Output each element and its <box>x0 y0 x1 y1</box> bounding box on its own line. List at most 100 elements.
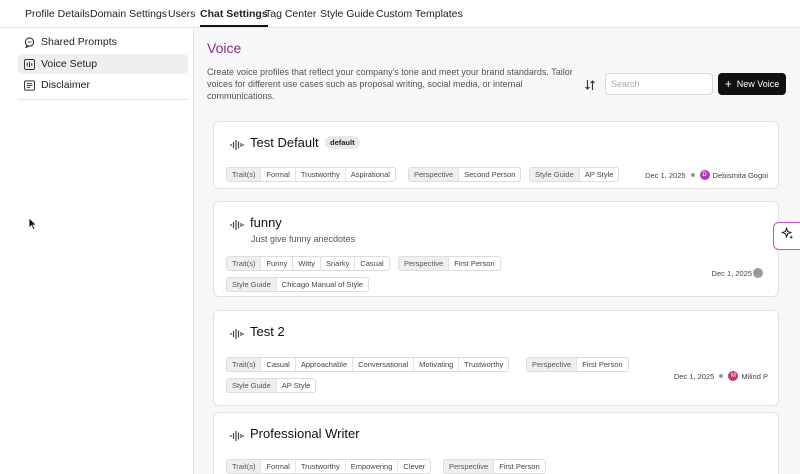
sort-icon[interactable] <box>584 78 596 90</box>
waveform-icon <box>226 214 248 236</box>
chip-label: Trait(s) <box>227 168 261 181</box>
style-chip: Chicago Manual of Style <box>275 278 368 291</box>
perspective-chips: Perspective First Person <box>526 357 629 372</box>
voice-date: Dec 1, 2025 <box>645 170 686 180</box>
chip-label: Style Guide <box>227 379 276 392</box>
ai-assistant-button[interactable] <box>773 222 800 250</box>
mouse-cursor-icon <box>28 217 38 231</box>
tab-custom-templates[interactable]: Custom Templates <box>376 8 463 20</box>
waveform-icon <box>226 134 248 156</box>
traits-chips: Trait(s) Formal Trustworthy Empowering C… <box>226 459 432 474</box>
voice-date: Dec 1, 2025 <box>673 371 715 381</box>
search-input[interactable] <box>605 73 713 95</box>
traits-chips: Trait(s) Formal Trustworthy Aspirational <box>226 167 396 182</box>
tab-domain-settings[interactable]: Domain Settings <box>90 8 167 20</box>
voice-title: funny <box>250 215 282 230</box>
chip-label: Perspective <box>399 257 449 270</box>
trait-chip: Aspirational <box>344 168 395 181</box>
sidebar-item-disclaimer[interactable]: Disclaimer <box>18 75 188 95</box>
tab-profile-details[interactable]: Profile Details <box>25 8 90 20</box>
waveform-icon <box>23 58 35 70</box>
separator-dot <box>719 374 724 378</box>
voice-meta: Dec 1, 2025 <box>712 268 766 278</box>
sidebar-item-label: Disclaimer <box>41 79 91 91</box>
traits-chips: Trait(s) Casual Approachable Conversatio… <box>226 357 510 372</box>
perspective-chip: Second Person <box>458 168 520 181</box>
tab-chat-settings[interactable]: Chat Settings <box>200 8 268 27</box>
avatar <box>753 268 763 278</box>
perspective-chips: Perspective Second Person <box>408 167 522 182</box>
trait-chip: Formal <box>260 168 294 181</box>
trait-chip: Trustworthy <box>458 358 508 371</box>
chip-label: Perspective <box>444 460 494 473</box>
trait-chip: Snarky <box>320 257 354 270</box>
top-tab-bar: Profile Details Domain Settings Users Ch… <box>0 0 800 28</box>
voice-title: Test 2 <box>250 324 285 339</box>
chip-label: Perspective <box>409 168 459 181</box>
document-lines-icon <box>23 79 35 91</box>
perspective-chip: First Person <box>448 257 499 270</box>
tab-tag-center[interactable]: Tag Center <box>265 8 316 20</box>
trait-chip: Formal <box>260 460 294 473</box>
sidebar-item-shared-prompts[interactable]: Shared Prompts <box>18 32 188 52</box>
chat-bubble-icon <box>23 36 35 48</box>
style-chip: AP Style <box>275 379 316 392</box>
sparkle-icon <box>781 227 794 245</box>
perspective-chip: First Person <box>576 358 627 371</box>
new-voice-button[interactable]: + New Voice <box>718 73 786 95</box>
chip-label: Trait(s) <box>227 257 261 270</box>
perspective-chips: Perspective First Person <box>398 256 501 271</box>
trait-chip: Clever <box>397 460 430 473</box>
trait-chip: Empowering <box>344 460 398 473</box>
default-badge: default <box>325 136 360 149</box>
trait-chip: Trustworthy <box>294 460 345 473</box>
page-description: Create voice profiles that reflect your … <box>207 67 573 101</box>
chip-label: Perspective <box>527 358 577 371</box>
voice-date: Dec 1, 2025 <box>711 268 752 278</box>
style-guide-chips: Style Guide Chicago Manual of Style <box>226 277 370 292</box>
chip-label: Style Guide <box>227 278 276 291</box>
sidebar-item-voice-setup[interactable]: Voice Setup <box>18 54 188 74</box>
new-voice-label: New Voice <box>736 79 780 89</box>
tab-users[interactable]: Users <box>168 8 195 20</box>
sidebar-item-label: Shared Prompts <box>41 36 117 48</box>
page-title: Voice <box>207 40 242 56</box>
trait-chip: Funny <box>260 257 292 270</box>
voice-description: Just give funny anecdotes <box>251 234 356 244</box>
style-guide-chips: Style Guide AP Style <box>529 167 620 182</box>
sidebar-divider <box>18 99 188 100</box>
trait-chip: Witty <box>292 257 320 270</box>
traits-chips: Trait(s) Funny Witty Snarky Casual <box>226 256 390 271</box>
voice-card[interactable]: Professional Writer Trait(s) Formal Trus… <box>213 412 779 474</box>
trait-chip: Casual <box>260 358 294 371</box>
chip-label: Trait(s) <box>227 358 261 371</box>
trait-chip: Motivating <box>413 358 458 371</box>
trait-chip: Trustworthy <box>294 168 345 181</box>
voice-card[interactable]: Test Default default Trait(s) Formal Tru… <box>213 121 779 189</box>
voice-title: Test Default <box>250 135 319 150</box>
chip-label: Trait(s) <box>227 460 261 473</box>
voice-meta: Dec 1, 2025 D Debismita Gogoi <box>645 170 768 180</box>
perspective-chip: First Person <box>493 460 544 473</box>
voice-title: Professional Writer <box>250 426 360 441</box>
style-guide-chips: Style Guide AP Style <box>226 378 317 393</box>
trait-chip: Approachable <box>294 358 352 371</box>
trait-chip: Casual <box>354 257 388 270</box>
trait-chip: Conversational <box>352 358 413 371</box>
avatar: M <box>728 371 739 381</box>
voice-card[interactable]: funny Just give funny anecdotes Trait(s)… <box>213 201 779 297</box>
chip-label: Style Guide <box>530 168 579 181</box>
voice-author: Debismita Gogoi <box>712 170 768 180</box>
sidebar: Shared Prompts Voice Setup Disclaimer <box>0 28 194 474</box>
perspective-chips: Perspective First Person <box>443 459 546 474</box>
plus-icon: + <box>724 77 732 91</box>
sidebar-item-label: Voice Setup <box>41 58 98 70</box>
separator-dot <box>690 173 695 177</box>
style-chip: AP Style <box>578 168 619 181</box>
waveform-icon <box>226 425 248 447</box>
tab-style-guide[interactable]: Style Guide <box>320 8 374 20</box>
voice-meta: Dec 1, 2025 M Milind P <box>674 371 768 381</box>
main-content: Voice Create voice profiles that reflect… <box>195 28 800 474</box>
waveform-icon <box>226 323 248 345</box>
voice-card[interactable]: Test 2 Trait(s) Casual Approachable Conv… <box>213 310 779 406</box>
